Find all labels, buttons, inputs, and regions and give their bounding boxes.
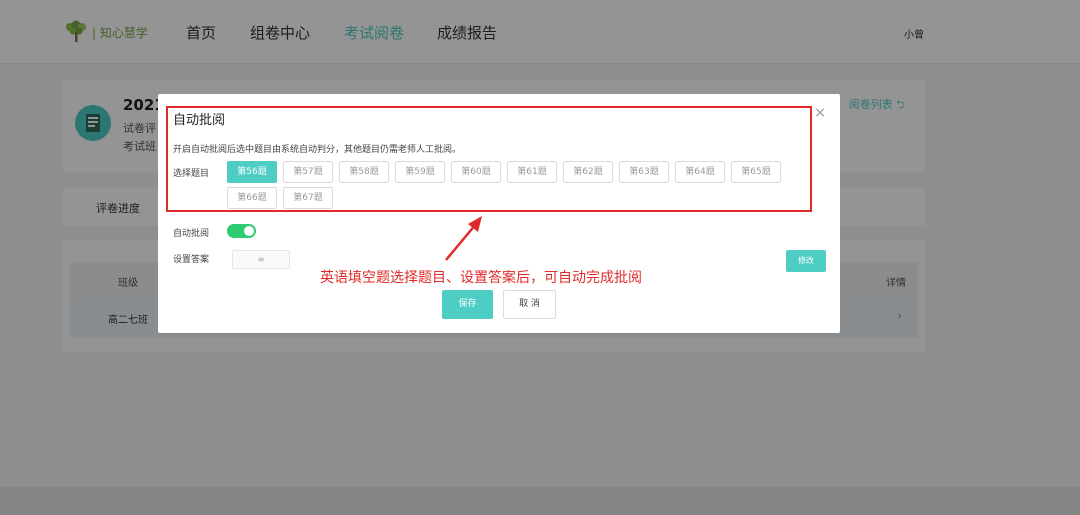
auto-grading-toggle[interactable] <box>227 224 256 238</box>
toggle-knob <box>244 226 254 236</box>
question-button[interactable]: 第56题 <box>227 161 277 183</box>
question-button[interactable]: 第58题 <box>339 161 389 183</box>
question-button[interactable]: 第62题 <box>563 161 613 183</box>
question-button[interactable]: 第57题 <box>283 161 333 183</box>
annotation-text: 英语填空题选择题目、设置答案后，可自动完成批阅 <box>320 270 642 286</box>
close-icon[interactable]: × <box>814 106 826 120</box>
modal-description: 开启自动批阅后选中题目由系统自动判分，其他题目仍需老师人工批阅。 <box>173 145 462 155</box>
question-button[interactable]: 第66题 <box>227 187 277 209</box>
answer-input[interactable]: ≡ <box>232 250 290 269</box>
select-questions-label: 选择题目 <box>173 169 210 179</box>
question-button[interactable]: 第59题 <box>395 161 445 183</box>
question-button[interactable]: 第65题 <box>731 161 781 183</box>
auto-grading-label: 自动批阅 <box>173 229 210 239</box>
set-answer-label: 设置答案 <box>173 255 210 265</box>
cancel-button[interactable]: 取 消 <box>503 290 556 319</box>
question-button[interactable]: 第61题 <box>507 161 557 183</box>
annotation-arrow-icon <box>445 216 482 261</box>
question-button[interactable]: 第64题 <box>675 161 725 183</box>
question-button[interactable]: 第67题 <box>283 187 333 209</box>
save-button[interactable]: 保存 <box>442 290 493 319</box>
auto-grading-modal: × 自动批阅 开启自动批阅后选中题目由系统自动判分，其他题目仍需老师人工批阅。 … <box>158 94 840 333</box>
modal-title: 自动批阅 <box>173 113 226 128</box>
question-button[interactable]: 第63题 <box>619 161 669 183</box>
modify-button[interactable]: 修改 <box>786 250 826 272</box>
question-button[interactable]: 第60题 <box>451 161 501 183</box>
